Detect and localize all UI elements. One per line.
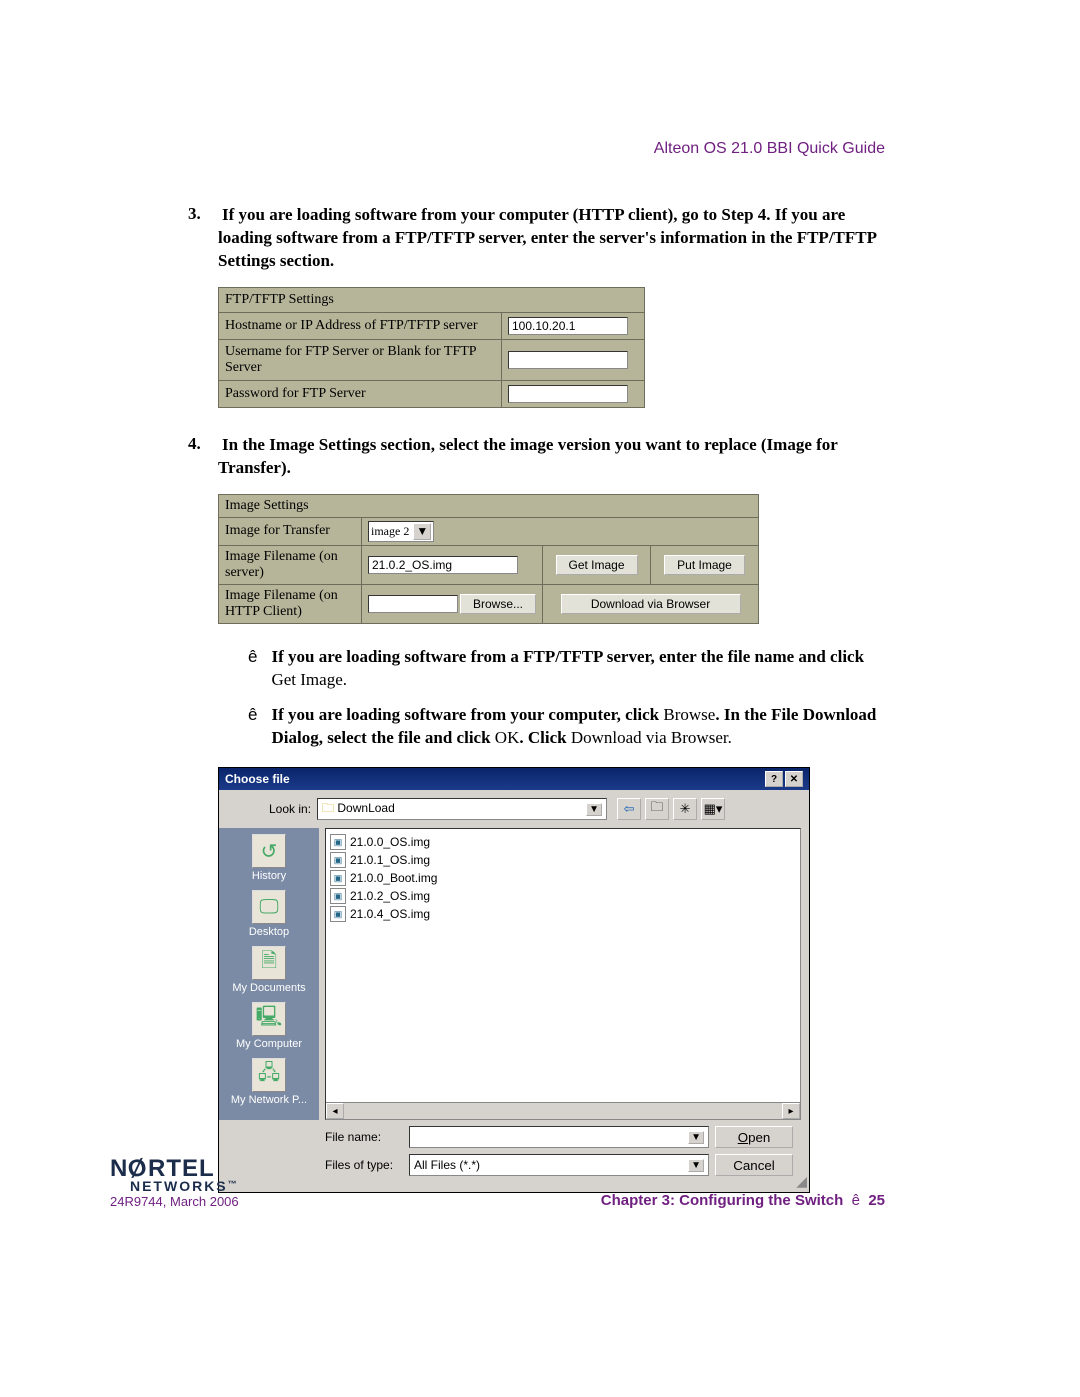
file-item[interactable]: ▣21.0.2_OS.img	[330, 887, 796, 905]
filename-input[interactable]: ▼	[409, 1126, 709, 1148]
ftp-password-input[interactable]	[508, 385, 628, 403]
doc-id: 24R9744, March 2006	[110, 1194, 239, 1209]
place-history[interactable]: ↺History	[252, 834, 286, 882]
img-filename-http-input[interactable]	[368, 595, 458, 613]
choose-file-dialog: Choose file ? ✕ Look in: 🗀 DownLoad ▼ ⇦ …	[218, 767, 810, 1193]
bullet-mark-icon: ê	[248, 704, 257, 750]
doc-title: Alteon OS 21.0 BBI Quick Guide	[110, 140, 885, 158]
ftp-table-header: FTP/TFTP Settings	[219, 287, 645, 312]
computer-icon: 🖳	[252, 1002, 286, 1036]
folder-icon: 🗀	[322, 801, 334, 815]
nav-newfolder-icon[interactable]: ✳	[673, 798, 697, 820]
bullet-1: ê If you are loading software from a FTP…	[248, 646, 885, 692]
file-item[interactable]: ▣21.0.4_OS.img	[330, 905, 796, 923]
nav-back-icon[interactable]: ⇦	[617, 798, 641, 820]
file-listing[interactable]: ▣21.0.0_OS.img ▣21.0.1_OS.img ▣21.0.0_Bo…	[325, 828, 801, 1120]
lookin-dropdown[interactable]: 🗀 DownLoad ▼	[317, 798, 607, 820]
dropdown-arrow-icon: ▼	[688, 1131, 704, 1144]
img-table-header: Image Settings	[219, 494, 759, 517]
file-item[interactable]: ▣21.0.0_OS.img	[330, 833, 796, 851]
ftp-row2-label: Password for FTP Server	[219, 380, 502, 407]
footer-left: NØRTEL NETWORKS™ 24R9744, March 2006	[110, 1158, 239, 1209]
file-icon: ▣	[330, 906, 346, 922]
horizontal-scrollbar[interactable]: ◂▸	[326, 1102, 800, 1119]
ftp-row1-label: Username for FTP Server or Blank for TFT…	[219, 339, 502, 380]
img-filename-server-input[interactable]	[368, 556, 518, 574]
file-icon: ▣	[330, 834, 346, 850]
file-icon: ▣	[330, 888, 346, 904]
img-fname-http-label: Image Filename (on HTTP Client)	[219, 584, 362, 623]
step-3: 3. If you are loading software from your…	[218, 204, 885, 408]
step-3-text: If you are loading software from your co…	[218, 205, 876, 270]
close-button[interactable]: ✕	[785, 771, 803, 787]
scroll-right-icon[interactable]: ▸	[782, 1103, 800, 1119]
open-button[interactable]: Open	[715, 1126, 793, 1148]
bullet-2: ê If you are loading software from your …	[248, 704, 885, 750]
image-settings-table: Image Settings Image for Transfer image …	[218, 494, 759, 624]
place-mydocuments[interactable]: 🗎My Documents	[232, 946, 305, 994]
chapter-label: Chapter 3: Configuring the Switch ê 25	[601, 1192, 885, 1209]
places-bar: ↺History 🖵Desktop 🗎My Documents 🖳My Comp…	[219, 828, 319, 1120]
img-fname-server-label: Image Filename (on server)	[219, 545, 362, 584]
file-icon: ▣	[330, 852, 346, 868]
dropdown-arrow-icon: ▼	[413, 523, 431, 540]
step-4-num: 4.	[188, 434, 218, 454]
step-3-num: 3.	[188, 204, 218, 224]
history-icon: ↺	[252, 834, 286, 868]
network-icon: 🖧	[252, 1058, 286, 1092]
scroll-left-icon[interactable]: ◂	[326, 1103, 344, 1119]
file-item[interactable]: ▣21.0.1_OS.img	[330, 851, 796, 869]
step-4-text: In the Image Settings section, select th…	[218, 435, 838, 477]
img-transfer-select[interactable]: image 2 ▼	[368, 521, 434, 542]
put-image-button[interactable]: Put Image	[664, 555, 745, 575]
dialog-title: Choose file	[225, 772, 290, 786]
place-network[interactable]: 🖧My Network P...	[231, 1058, 307, 1106]
nav-viewmenu-icon[interactable]: ▦▾	[701, 798, 725, 820]
img-transfer-label: Image for Transfer	[219, 517, 362, 545]
ftp-username-input[interactable]	[508, 351, 628, 369]
help-button[interactable]: ?	[765, 771, 783, 787]
place-desktop[interactable]: 🖵Desktop	[249, 890, 289, 938]
ftp-row0-label: Hostname or IP Address of FTP/TFTP serve…	[219, 312, 502, 339]
file-icon: ▣	[330, 870, 346, 886]
get-image-button[interactable]: Get Image	[556, 555, 638, 575]
filename-label: File name:	[325, 1130, 403, 1144]
browse-button[interactable]: Browse...	[460, 594, 536, 614]
nav-up-icon[interactable]: 🗀	[645, 798, 669, 820]
file-item[interactable]: ▣21.0.0_Boot.img	[330, 869, 796, 887]
dropdown-arrow-icon: ▼	[586, 803, 602, 816]
place-mycomputer[interactable]: 🖳My Computer	[236, 1002, 302, 1050]
ftp-settings-table: FTP/TFTP Settings Hostname or IP Address…	[218, 287, 645, 408]
lookin-label: Look in:	[269, 802, 311, 816]
dialog-titlebar: Choose file ? ✕	[219, 768, 809, 790]
desktop-icon: 🖵	[252, 890, 286, 924]
step-4: 4. In the Image Settings section, select…	[218, 434, 885, 1194]
ftp-hostname-input[interactable]	[508, 317, 628, 335]
bullet-mark-icon: ê	[248, 646, 257, 692]
nortel-logo: NØRTEL NETWORKS™	[110, 1158, 239, 1192]
documents-icon: 🗎	[252, 946, 286, 980]
download-via-browser-button[interactable]: Download via Browser	[561, 594, 741, 614]
